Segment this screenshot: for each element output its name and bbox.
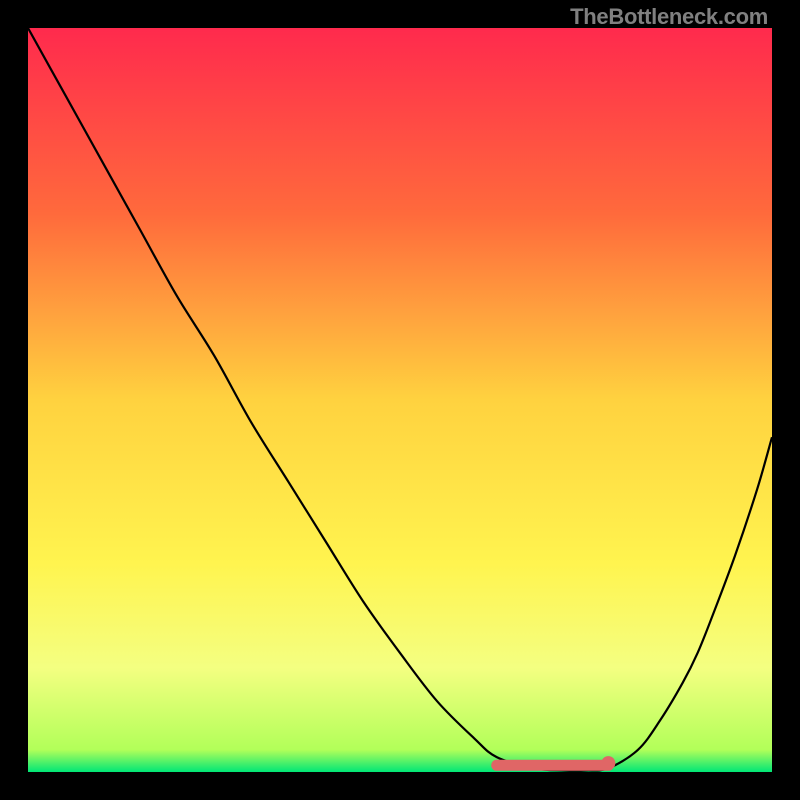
gradient-background [28, 28, 772, 772]
chart-svg [28, 28, 772, 772]
attribution-label: TheBottleneck.com [570, 4, 768, 30]
chart-frame [28, 28, 772, 772]
optimal-point-marker [601, 756, 615, 770]
plot-area [28, 28, 772, 772]
